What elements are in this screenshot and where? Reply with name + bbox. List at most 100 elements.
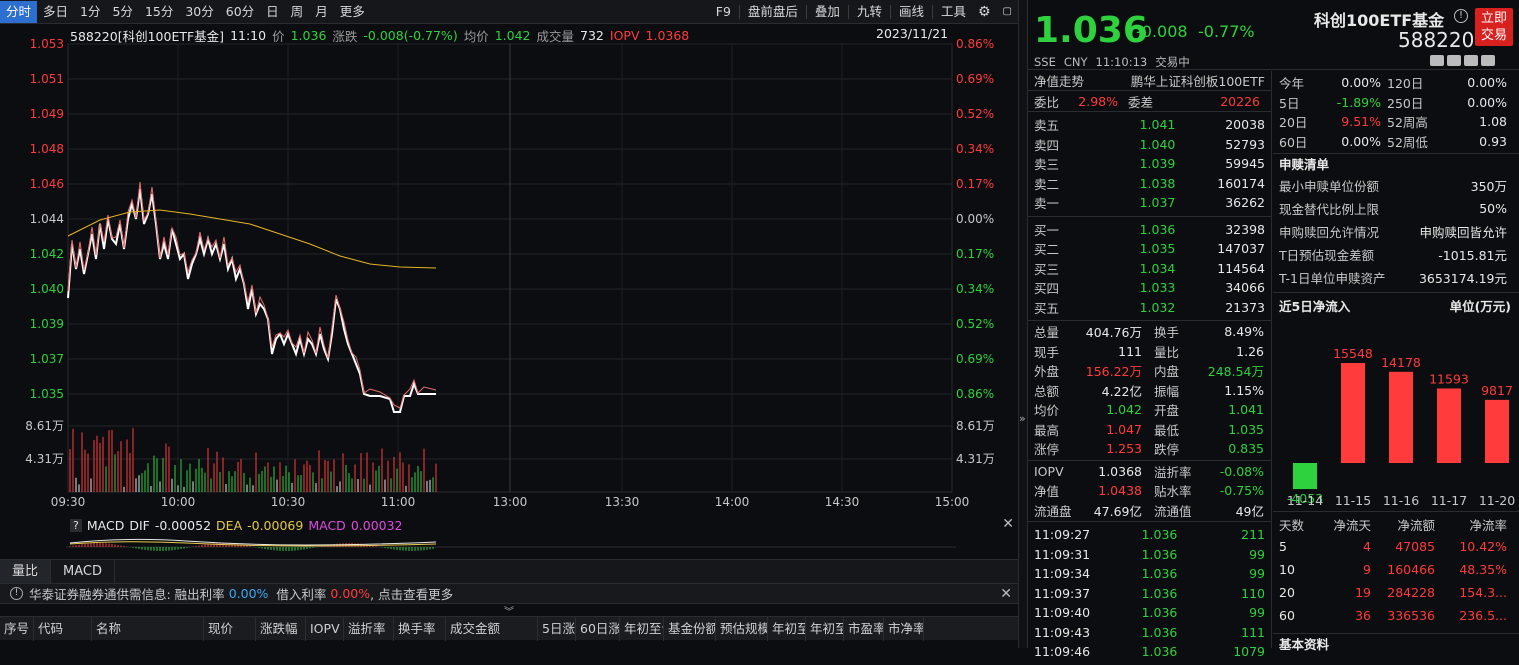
col-header-8[interactable]: 成交金额 <box>446 616 538 641</box>
tab-macd[interactable]: MACD <box>51 560 115 583</box>
jiuzhuan-button[interactable]: 九转 <box>851 1 888 23</box>
buy-row[interactable]: 买五 1.032 21373 <box>1034 298 1265 318</box>
netvalue-label: 净值走势 <box>1034 74 1085 89</box>
y-tick-right: 0.69% <box>956 352 994 366</box>
tab-period-9[interactable]: 月 <box>309 1 334 23</box>
col-header-13[interactable]: 预估规模 <box>716 616 768 641</box>
buy-orders: 买一 1.036 32398 买二 1.035 147037 买三 1.034 114564 买四… <box>1028 217 1271 321</box>
tab-period-4[interactable]: 15分 <box>139 1 179 23</box>
netflow-bar[interactable] <box>1293 462 1317 489</box>
flow-days: 20 <box>1279 584 1295 600</box>
level-price: 1.039 <box>1139 156 1176 172</box>
help-icon[interactable]: ? <box>70 518 82 532</box>
tick-volume: 99 <box>1249 566 1265 582</box>
sell-row[interactable]: 卖三 1.039 59945 <box>1034 154 1265 174</box>
col-header-5[interactable]: IOPV <box>306 616 344 641</box>
sell-row[interactable]: 卖二 1.038 160174 <box>1034 174 1265 194</box>
f9-button[interactable]: F9 <box>710 1 737 23</box>
quote-time: 11:10:13 <box>1095 55 1148 69</box>
sell-row[interactable]: 卖一 1.037 36262 <box>1034 193 1265 213</box>
netflow-bar-label: 11593 <box>1429 371 1469 386</box>
iopv-row: IOPV 1.0368 溢折率 -0.08% <box>1034 462 1265 482</box>
col-header-1[interactable]: 代码 <box>34 616 92 641</box>
col-header-16[interactable]: 市盈率 <box>844 616 884 641</box>
level-label: 买二 <box>1034 242 1060 258</box>
draw-line-button[interactable]: 画线 <box>893 1 930 23</box>
flow-header: 天数 <box>1279 517 1305 533</box>
premarket-button[interactable]: 盘前盘后 <box>742 1 804 23</box>
sell-row[interactable]: 卖五 1.041 20038 <box>1034 115 1265 135</box>
basic-info-title[interactable]: 基本资料 <box>1273 633 1519 652</box>
col-header-3[interactable]: 现价 <box>204 616 256 641</box>
buy-row[interactable]: 买四 1.033 34066 <box>1034 278 1265 298</box>
tab-period-3[interactable]: 5分 <box>106 1 138 23</box>
stat-label: 开盘 <box>1154 403 1180 419</box>
stat-row: 最高 1.047 最低 1.035 <box>1034 420 1265 440</box>
tab-period-6[interactable]: 60分 <box>220 1 260 23</box>
mini-icon-4[interactable] <box>1481 55 1495 66</box>
netflow-bar[interactable] <box>1437 387 1461 463</box>
tab-period-10[interactable]: 更多 <box>334 1 371 23</box>
col-header-11[interactable]: 年初至今 <box>620 616 664 641</box>
collapse-icon[interactable]: ▢ <box>997 1 1018 23</box>
netflow-category: 11-20 <box>1479 493 1515 508</box>
netflow-category: 11-14 <box>1287 493 1323 508</box>
tools-button[interactable]: 工具 <box>935 1 972 23</box>
col-header-0[interactable]: 序号 <box>0 616 34 641</box>
iopv-block: IOPV 1.0368 溢折率 -0.08% 净值 1.0438 贴水率 -0.75% 流通盘 4… <box>1028 461 1271 522</box>
tab-period-7[interactable]: 日 <box>260 1 285 23</box>
chevron-right-icon[interactable]: » <box>1019 412 1026 425</box>
netvalue-row[interactable]: 净值走势 鹏华上证科创板100ETF <box>1028 71 1271 91</box>
col-header-9[interactable]: 5日涨 <box>538 616 576 641</box>
buy-row[interactable]: 买三 1.034 114564 <box>1034 259 1265 279</box>
col-header-2[interactable]: 名称 <box>92 616 204 641</box>
netflow-bar[interactable] <box>1485 399 1509 463</box>
col-header-12[interactable]: 基金份额 <box>664 616 716 641</box>
netflow-bar-label: 15548 <box>1333 346 1373 361</box>
buy-row[interactable]: 买二 1.035 147037 <box>1034 239 1265 259</box>
tab-period-1[interactable]: 多日 <box>37 1 74 23</box>
tick-price: 1.036 <box>1141 585 1178 601</box>
col-header-4[interactable]: 涨跌幅 <box>256 616 306 641</box>
mini-icon-1[interactable] <box>1430 55 1444 66</box>
close-icon[interactable]: ✕ <box>1000 586 1012 602</box>
perf-label: 52周低 <box>1387 134 1428 150</box>
mini-icon-3[interactable] <box>1464 55 1478 66</box>
intraday-chart[interactable]: 588220[科创100ETF基金] 11:10 价 1.036 涨跌 -0.0… <box>0 24 1018 516</box>
panel-splitter[interactable]: » <box>1018 0 1028 648</box>
notice-tail[interactable]: , 点击查看更多 <box>370 584 453 603</box>
tab-period-2[interactable]: 1分 <box>74 1 106 23</box>
y-tick-right: 0.34% <box>956 282 994 296</box>
shengshu-value: 3653174.19元 <box>1418 270 1507 286</box>
tab-liangbi[interactable]: 量比 <box>0 560 52 583</box>
info-icon[interactable]: ! <box>1454 9 1468 23</box>
close-icon[interactable]: ✕ <box>1002 516 1014 532</box>
tick-volume: 110 <box>1241 585 1265 601</box>
overlay-button[interactable]: 叠加 <box>809 1 846 23</box>
flow-days: 5 <box>1279 538 1287 554</box>
col-header-15[interactable]: 年初至 <box>806 616 844 641</box>
trade-button[interactable]: 立即交易 <box>1475 8 1513 46</box>
level-volume: 34066 <box>1225 280 1265 296</box>
tab-period-0[interactable]: 分时 <box>0 0 38 23</box>
gear-icon[interactable]: ⚙ <box>972 1 997 23</box>
tab-period-5[interactable]: 30分 <box>179 1 219 23</box>
col-header-10[interactable]: 60日涨 <box>576 616 620 641</box>
netflow-bar[interactable] <box>1389 371 1413 463</box>
iopv-label: IOPV <box>1034 463 1064 479</box>
netflow-bar[interactable] <box>1341 362 1365 463</box>
mini-icon-2[interactable] <box>1447 55 1461 66</box>
col-header-7[interactable]: 换手率 <box>394 616 446 641</box>
x-tick: 14:00 <box>715 495 750 509</box>
level-volume: 114564 <box>1217 260 1265 276</box>
sell-row[interactable]: 卖四 1.040 52793 <box>1034 135 1265 155</box>
flow-rate: 10.42% <box>1459 538 1507 554</box>
col-header-14[interactable]: 年初至今 <box>768 616 806 641</box>
col-header-17[interactable]: 市净率 <box>884 616 924 641</box>
tab-period-8[interactable]: 周 <box>285 1 310 23</box>
col-header-6[interactable]: 溢折率 <box>344 616 394 641</box>
price-volume-svg: 1.053 0.86% 1.051 0.69% 1.049 0.52% 1.048 0.34%… <box>25 37 994 509</box>
stat-value: 4.22亿 <box>1101 383 1142 399</box>
buy-row[interactable]: 买一 1.036 32398 <box>1034 220 1265 240</box>
margin-notice[interactable]: ! 华泰证券融券通供需信息: 融出利率 0.00% 借入利率 0.00% , 点… <box>0 583 1018 604</box>
